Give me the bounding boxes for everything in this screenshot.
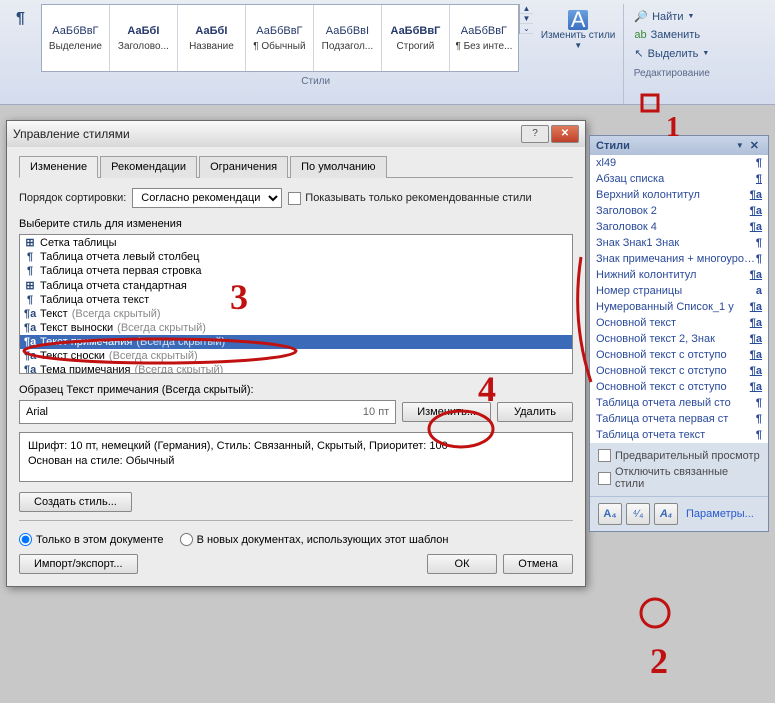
sort-select[interactable]: Согласно рекомендации: [132, 188, 282, 208]
help-button[interactable]: ?: [521, 125, 549, 143]
find-button[interactable]: 🔎 Найти ▼: [630, 8, 713, 25]
list-item[interactable]: ¶Таблица отчета текст: [20, 293, 572, 307]
list-item[interactable]: ⊞Сетка таблицы: [20, 235, 572, 250]
dialog-tab[interactable]: Изменение: [19, 156, 98, 178]
binoculars-icon: 🔎: [634, 10, 648, 23]
pane-menu-icon[interactable]: ▼: [733, 141, 747, 150]
style-row[interactable]: Таблица отчета текст¶: [590, 427, 768, 443]
style-row[interactable]: Верхний колонтитул¶a: [590, 187, 768, 203]
style-row[interactable]: Основной текст¶a: [590, 315, 768, 331]
list-item[interactable]: ¶aТекст (Всегда скрытый): [20, 307, 572, 321]
only-this-doc-radio[interactable]: Только в этом документе: [19, 533, 164, 546]
style-row[interactable]: xl49¶: [590, 155, 768, 171]
dialog-tab[interactable]: Рекомендации: [100, 156, 197, 178]
style-tile[interactable]: АаБбВвГ¶ Без инте...: [450, 5, 518, 71]
list-item[interactable]: ¶Таблица отчета первая стровка: [20, 264, 572, 278]
change-styles-icon: A: [568, 10, 588, 30]
style-tile[interactable]: АаБбIЗаголово...: [110, 5, 178, 71]
style-row[interactable]: Основной текст с отступо¶a: [590, 363, 768, 379]
style-tile[interactable]: АаБбIНазвание: [178, 5, 246, 71]
style-row[interactable]: Знак Знак1 Знак¶: [590, 235, 768, 251]
editing-group: 🔎 Найти ▼ ab Заменить ↖ Выделить ▼ Редак…: [623, 4, 719, 104]
styles-group-label: Стили: [8, 76, 623, 87]
dialog-title-text: Управление стилями: [13, 127, 130, 141]
chevron-down-icon: ▼: [574, 41, 582, 50]
style-listbox[interactable]: ⊞Сетка таблицы¶Таблица отчета левый стол…: [19, 234, 573, 374]
cancel-button[interactable]: Отмена: [503, 554, 573, 574]
cursor-icon: ↖: [634, 47, 643, 60]
change-styles-button[interactable]: A Изменить стили ▼: [533, 4, 623, 56]
preview-checkbox[interactable]: Предварительный просмотр: [598, 449, 760, 462]
import-export-button[interactable]: Импорт/экспорт...: [19, 554, 138, 574]
select-button[interactable]: ↖ Выделить ▼: [630, 45, 713, 62]
new-style-button[interactable]: A₄: [598, 503, 622, 525]
list-item[interactable]: ¶Таблица отчета левый столбец: [20, 250, 572, 264]
chevron-down-icon: ▼: [687, 13, 694, 20]
ribbon: ¶ АаБбВвГВыделениеАаБбIЗаголово...АаБбIН…: [0, 0, 775, 105]
paragraph-marks-icon[interactable]: ¶: [16, 10, 25, 28]
new-docs-radio[interactable]: В новых документах, использующих этот ша…: [180, 533, 449, 546]
styles-group: ¶ АаБбВвГВыделениеАаБбIЗаголово...АаБбIН…: [8, 4, 623, 104]
gallery-up-icon[interactable]: ▲: [520, 4, 533, 14]
style-row[interactable]: Заголовок 2¶a: [590, 203, 768, 219]
sample-label: Образец Текст примечания (Всегда скрытый…: [19, 384, 573, 396]
style-tile[interactable]: АаБбВвIПодзагол...: [314, 5, 382, 71]
recommended-only-checkbox[interactable]: Показывать только рекомендованные стили: [288, 192, 531, 205]
ok-button[interactable]: ОК: [427, 554, 497, 574]
style-row[interactable]: Основной текст с отступо¶a: [590, 379, 768, 395]
sort-label: Порядок сортировки:: [19, 192, 126, 204]
styles-pane-titlebar[interactable]: Стили ▼ ✕: [590, 136, 768, 155]
delete-button[interactable]: Удалить: [497, 402, 573, 422]
dialog-tab[interactable]: По умолчанию: [290, 156, 386, 178]
style-row[interactable]: Заголовок 4¶a: [590, 219, 768, 235]
style-tile[interactable]: АаБбВвГ¶ Обычный: [246, 5, 314, 71]
style-row[interactable]: Нижний колонтитул¶a: [590, 267, 768, 283]
gallery-scroll: ▲ ▼ ⌄: [519, 4, 533, 34]
params-link[interactable]: Параметры...: [686, 508, 754, 520]
styles-pane-title-text: Стили: [596, 140, 630, 152]
manage-styles-button[interactable]: A₄: [654, 503, 678, 525]
pane-close-icon[interactable]: ✕: [747, 139, 762, 152]
gallery-more-icon[interactable]: ⌄: [520, 24, 533, 34]
list-item[interactable]: ¶aТема примечания (Всегда скрытый): [20, 363, 572, 374]
modify-button[interactable]: Изменить...: [402, 402, 491, 422]
style-row[interactable]: Таблица отчета первая ст¶: [590, 411, 768, 427]
dialog-titlebar[interactable]: Управление стилями ? ✕: [7, 121, 585, 147]
manage-styles-dialog: Управление стилями ? ✕ ИзменениеРекоменд…: [6, 120, 586, 587]
style-gallery: АаБбВвГВыделениеАаБбIЗаголово...АаБбIНаз…: [41, 4, 519, 72]
style-row[interactable]: Основной текст 2, Знак¶a: [590, 331, 768, 347]
disable-linked-checkbox[interactable]: Отключить связанные стили: [598, 466, 760, 490]
dialog-tabs: ИзменениеРекомендацииОграниченияПо умолч…: [19, 155, 573, 178]
style-row[interactable]: Основной текст с отступо¶a: [590, 347, 768, 363]
list-item[interactable]: ¶aТекст выноски (Всегда скрытый): [20, 321, 572, 335]
create-style-button[interactable]: Создать стиль...: [19, 492, 132, 512]
close-button[interactable]: ✕: [551, 125, 579, 143]
styles-task-pane: Стили ▼ ✕ xl49¶Абзац списка¶Верхний коло…: [589, 135, 769, 532]
style-inspector-button[interactable]: ⁴⁄₄: [626, 503, 650, 525]
style-tile[interactable]: АаБбВвГВыделение: [42, 5, 110, 71]
change-styles-label: Изменить стили: [541, 30, 615, 41]
list-item[interactable]: ¶aТекст примечания (Всегда скрытый): [20, 335, 572, 349]
style-row[interactable]: Знак примечания + многоуровневый, Слева:…: [590, 251, 768, 267]
style-tile[interactable]: АаБбВвГСтрогий: [382, 5, 450, 71]
styles-pane-list[interactable]: xl49¶Абзац списка¶Верхний колонтитул¶aЗа…: [590, 155, 768, 443]
editing-group-label: Редактирование: [630, 68, 713, 79]
replace-button[interactable]: ab Заменить: [630, 27, 713, 43]
dialog-tab[interactable]: Ограничения: [199, 156, 288, 178]
style-description: Шрифт: 10 пт, немецкий (Германия), Стиль…: [19, 432, 573, 482]
choose-style-label: Выберите стиль для изменения: [19, 218, 573, 230]
list-item[interactable]: ¶aТекст сноски (Всегда скрытый): [20, 349, 572, 363]
list-item[interactable]: ⊞Таблица отчета стандартная: [20, 278, 572, 293]
replace-icon: ab: [634, 29, 646, 41]
style-row[interactable]: Нумерованный Список_1 у¶a: [590, 299, 768, 315]
style-row[interactable]: Таблица отчета левый сто¶: [590, 395, 768, 411]
style-row[interactable]: Абзац списка¶: [590, 171, 768, 187]
gallery-down-icon[interactable]: ▼: [520, 14, 533, 24]
sample-preview: Arial 10 пт: [19, 400, 396, 424]
style-row[interactable]: Номер страницыa: [590, 283, 768, 299]
chevron-down-icon: ▼: [702, 50, 709, 57]
